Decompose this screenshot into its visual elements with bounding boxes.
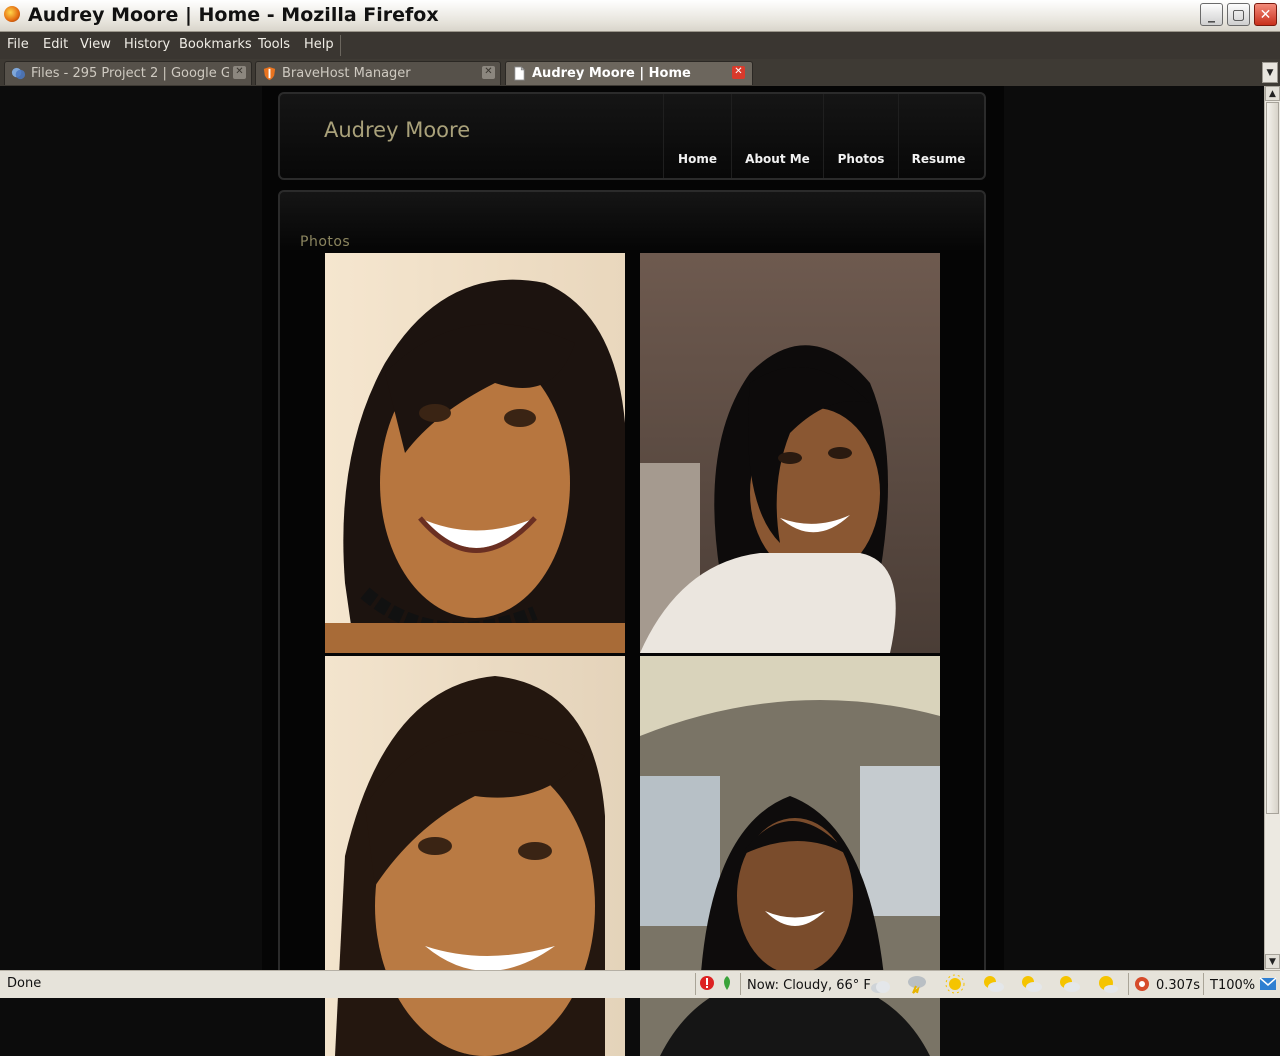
scroll-up-arrow-icon[interactable]: ▲ <box>1265 86 1280 101</box>
site-nav: Home About Me Photos Resume <box>663 94 978 178</box>
load-time-panel[interactable]: 0.307s <box>1128 973 1200 995</box>
portrait-photo <box>325 253 625 653</box>
status-text: Done <box>7 976 42 991</box>
menu-file[interactable]: File <box>7 37 29 52</box>
menu-help[interactable]: Help <box>304 37 334 52</box>
leaf-icon[interactable] <box>719 975 735 991</box>
addon-icons-panel <box>695 973 737 995</box>
load-time-text: 0.307s <box>1156 978 1200 993</box>
status-bar: Done Now: Cloudy, 66° F 0.307s T100% <box>0 970 1280 998</box>
site-name: Audrey Moore <box>324 118 471 142</box>
window-title: Audrey Moore | Home - Mozilla Firefox <box>28 4 439 26</box>
zoom-level-text: T100% <box>1210 978 1256 993</box>
menu-bookmarks[interactable]: Bookmarks <box>179 37 252 52</box>
menu-bar: File Edit View History Bookmarks Tools H… <box>0 32 1280 59</box>
nav-about-me[interactable]: About Me <box>731 94 823 178</box>
tab-label: Files - 295 Project 2 | Google Gr... <box>31 66 229 81</box>
weather-now-text: Now: Cloudy, 66° F <box>747 978 871 993</box>
close-tab-icon[interactable]: ✕ <box>233 66 246 79</box>
firefox-icon <box>4 6 20 22</box>
tab-bar: Files - 295 Project 2 | Google Gr... ✕ B… <box>0 59 1280 87</box>
menu-view[interactable]: View <box>80 37 111 52</box>
page-viewport: Audrey Moore Home About Me Photos Resume… <box>0 86 1264 970</box>
menu-tools[interactable]: Tools <box>258 37 290 52</box>
menu-separator <box>340 35 341 56</box>
cloudy-icon <box>871 981 890 993</box>
firebug-icon <box>1135 977 1149 991</box>
zoom-panel[interactable]: T100% <box>1203 973 1258 995</box>
vertical-scrollbar[interactable]: ▲ ▼ <box>1264 86 1280 970</box>
menu-history[interactable]: History <box>124 37 170 52</box>
tab-label: Audrey Moore | Home <box>532 66 691 81</box>
list-all-tabs-button[interactable]: ▼ <box>1262 62 1278 83</box>
alert-icon[interactable] <box>699 975 715 991</box>
nav-about-me-label: About Me <box>745 152 810 166</box>
partly-cloudy-icon[interactable] <box>982 974 1004 994</box>
section-title: Photos <box>300 234 351 250</box>
thunderstorm-icon[interactable] <box>906 974 928 994</box>
portrait-photo <box>640 253 940 653</box>
mail-icon[interactable] <box>1259 975 1277 993</box>
nav-resume[interactable]: Resume <box>898 94 978 178</box>
minimize-button[interactable]: _ <box>1200 3 1223 26</box>
tab-bravehost[interactable]: BraveHost Manager ✕ <box>255 61 501 85</box>
bravehost-shield-icon <box>263 66 276 81</box>
nav-photos-label: Photos <box>837 152 885 166</box>
scrollbar-thumb[interactable] <box>1266 102 1279 814</box>
tab-audrey-moore-home[interactable]: Audrey Moore | Home ✕ <box>505 61 753 85</box>
sunny-cloud-icon[interactable] <box>1096 974 1118 994</box>
nav-home-label: Home <box>678 152 717 166</box>
menu-edit[interactable]: Edit <box>43 37 68 52</box>
weather-panel[interactable]: Now: Cloudy, 66° F <box>740 973 900 995</box>
window-title-bar: Audrey Moore | Home - Mozilla Firefox _ … <box>0 0 1280 32</box>
close-window-button[interactable]: ✕ <box>1254 3 1277 26</box>
sunny-icon[interactable] <box>944 974 966 994</box>
tab-google-groups[interactable]: Files - 295 Project 2 | Google Gr... ✕ <box>4 61 252 85</box>
site-header: Audrey Moore Home About Me Photos Resume <box>278 92 986 180</box>
scroll-down-arrow-icon[interactable]: ▼ <box>1265 954 1280 969</box>
page-icon <box>514 66 525 81</box>
google-groups-icon <box>11 67 26 80</box>
nav-home[interactable]: Home <box>663 94 731 178</box>
partly-cloudy-icon[interactable] <box>1020 974 1042 994</box>
tab-label: BraveHost Manager <box>282 66 411 81</box>
partly-cloudy-icon[interactable] <box>1058 974 1080 994</box>
maximize-button[interactable]: ▢ <box>1227 3 1250 26</box>
nav-photos[interactable]: Photos <box>823 94 898 178</box>
close-tab-icon[interactable]: ✕ <box>732 66 745 79</box>
close-tab-icon[interactable]: ✕ <box>482 66 495 79</box>
nav-resume-label: Resume <box>911 152 966 166</box>
